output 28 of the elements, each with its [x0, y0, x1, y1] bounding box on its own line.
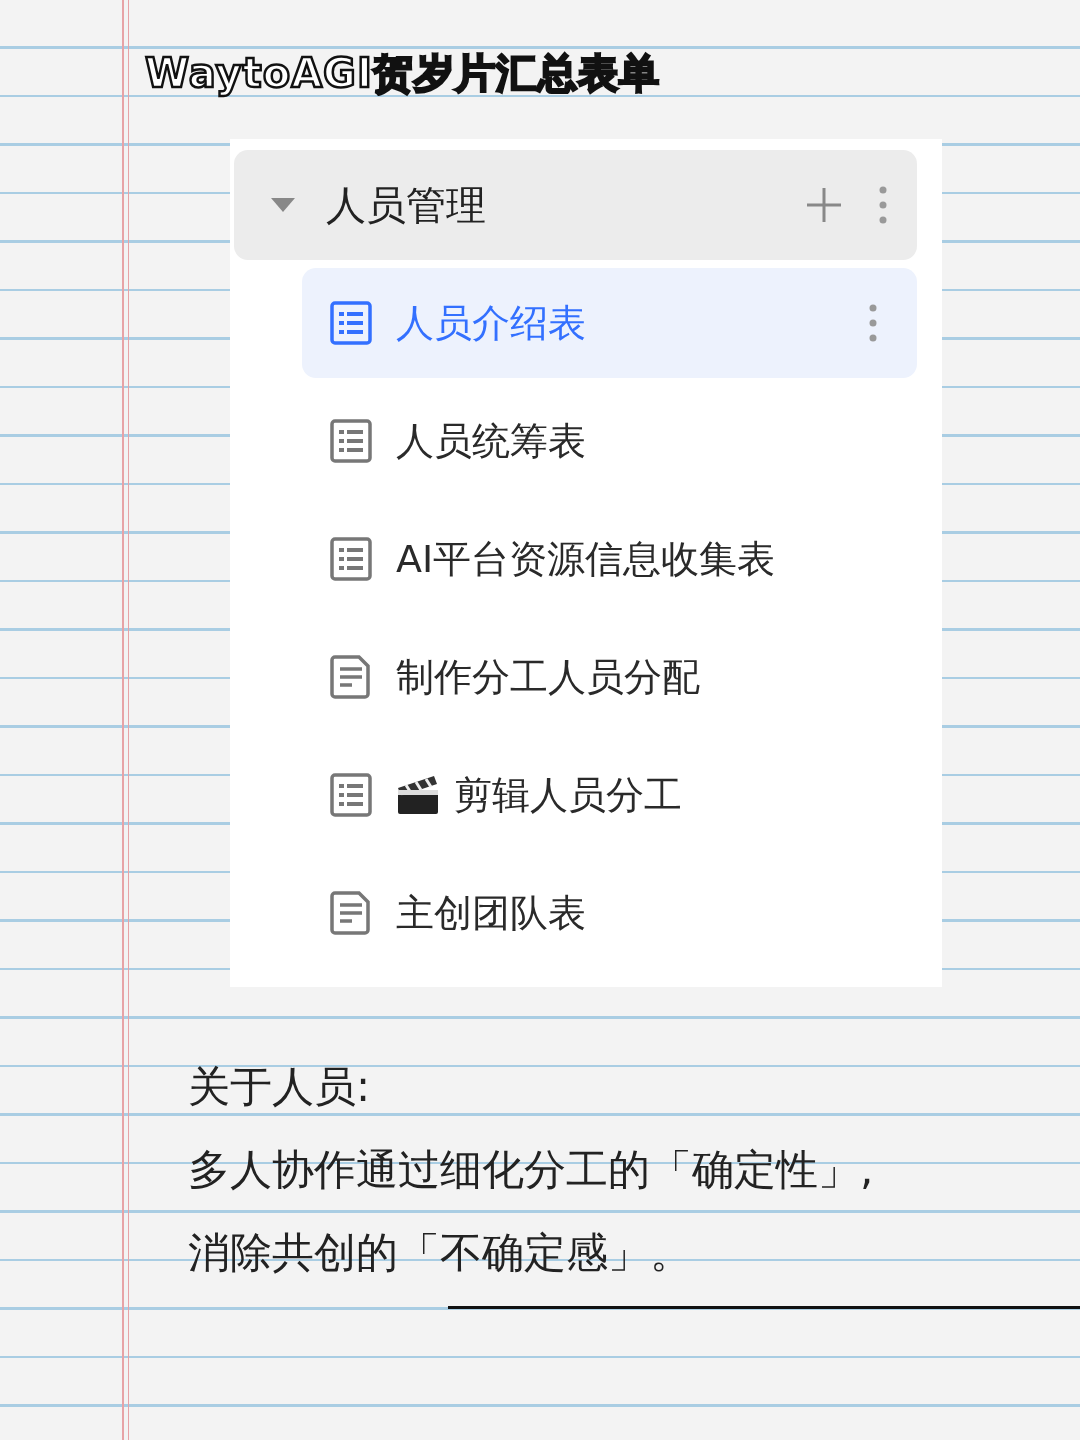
item-label: 人员统筹表 — [396, 417, 587, 465]
plus-icon[interactable] — [805, 186, 843, 224]
more-icon[interactable] — [869, 304, 877, 342]
list-item[interactable]: 制作分工人员分配 — [302, 622, 917, 732]
list-item[interactable]: 剪辑人员分工 — [302, 740, 917, 850]
page-title: WaytoAGI贺岁片汇总表单 — [145, 49, 660, 98]
item-label: 制作分工人员分配 — [396, 653, 701, 701]
list-item[interactable]: 主创团队表 — [302, 858, 917, 968]
caption-text: 消除共创的「不确定感」。 — [188, 1227, 693, 1279]
table-icon — [330, 772, 372, 818]
document-icon — [330, 890, 372, 936]
more-icon[interactable] — [879, 186, 887, 224]
item-label: 主创团队表 — [396, 889, 587, 937]
caret-icon[interactable] — [270, 196, 296, 214]
table-icon — [330, 418, 372, 464]
document-icon — [330, 654, 372, 700]
folder-row[interactable]: 人员管理 — [234, 150, 917, 260]
list-item[interactable]: AI平台资源信息收集表 — [302, 504, 917, 614]
item-label: 剪辑人员分工 — [454, 771, 683, 819]
item-label: AI平台资源信息收集表 — [396, 535, 777, 583]
folder-label: 人员管理 — [326, 180, 487, 230]
item-label: 人员介绍表 — [396, 299, 587, 347]
list-item[interactable]: 人员介绍表 — [302, 268, 917, 378]
list-item[interactable]: 人员统筹表 — [302, 386, 917, 496]
table-icon — [330, 300, 372, 346]
table-icon — [330, 536, 372, 582]
caption-text: 多人协作通过细化分工的「确定性」, — [188, 1144, 875, 1196]
caption-text: 关于人员: — [188, 1061, 372, 1113]
